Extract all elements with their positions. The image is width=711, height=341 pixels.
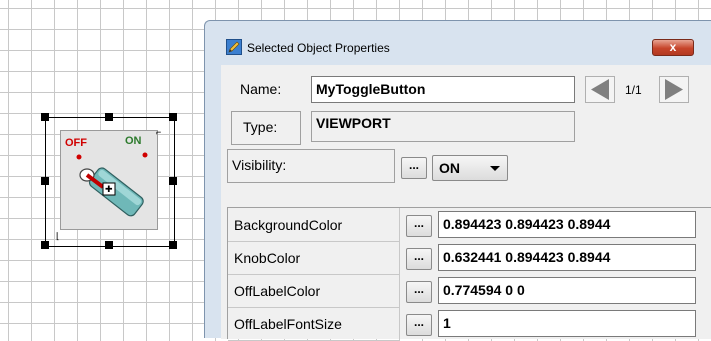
property-table: BackgroundColor ... 0.894423 0.894423 0.… xyxy=(227,207,711,341)
property-row: KnobColor ... 0.632441 0.894423 0.8944 xyxy=(228,241,711,275)
corner-marker-top-right: ⌐ xyxy=(156,127,162,137)
resize-handle-ml[interactable] xyxy=(41,177,49,185)
property-name: OffLabelFontSize xyxy=(234,316,342,332)
dialog-client-area: Name: MyToggleButton 1/1 Type: VIEWPORT … xyxy=(221,65,711,341)
property-name-cell: KnobColor xyxy=(228,241,400,275)
property-name: OffLabelColor xyxy=(234,283,321,299)
corner-marker-bottom-left: ⌊ xyxy=(56,231,60,241)
property-value-field[interactable]: 0.774594 0 0 xyxy=(438,277,696,304)
toggle-switch-graphic xyxy=(76,152,148,217)
viewport-preview: OFF ON ✚ xyxy=(60,130,158,230)
close-icon: x xyxy=(669,40,677,54)
property-value-field[interactable]: 0.894423 0.894423 0.8944 xyxy=(438,211,696,238)
property-name-cell: BackgroundColor xyxy=(228,208,400,242)
property-name-cell: OffLabelFontSize xyxy=(228,307,400,341)
dialog-title-bar[interactable]: Selected Object Properties x xyxy=(205,21,711,56)
property-row: OffLabelColor ... 0.774594 0 0 xyxy=(228,274,711,308)
type-label: Type: xyxy=(243,119,278,135)
property-browse-button[interactable]: ... xyxy=(406,281,432,303)
properties-dialog: Selected Object Properties x Name: MyTog… xyxy=(204,20,711,341)
dropdown-arrow-icon xyxy=(490,166,500,171)
type-value: VIEWPORT xyxy=(316,115,391,131)
close-button[interactable]: x xyxy=(652,39,694,56)
visibility-value: ON xyxy=(439,160,460,176)
resize-handle-tl[interactable] xyxy=(41,113,49,121)
resize-handle-br[interactable] xyxy=(169,241,177,249)
toggle-button-widget[interactable]: OFF ON ✚ ⌐ ⌊ xyxy=(40,112,178,252)
name-field[interactable]: MyToggleButton xyxy=(311,76,575,103)
resize-handle-mr[interactable] xyxy=(169,177,177,185)
resize-handle-bl[interactable] xyxy=(41,241,49,249)
property-browse-button[interactable]: ... xyxy=(406,248,432,270)
property-browse-button[interactable]: ... xyxy=(406,215,432,237)
name-label: Name: xyxy=(240,81,282,97)
visibility-browse-button[interactable]: ... xyxy=(401,157,427,179)
resize-handle-tr[interactable] xyxy=(169,113,177,121)
property-row: BackgroundColor ... 0.894423 0.894423 0.… xyxy=(228,208,711,242)
property-value-field[interactable]: 1 xyxy=(438,310,696,337)
visibility-label: Visibility: xyxy=(232,157,287,173)
property-browse-button[interactable]: ... xyxy=(406,314,432,336)
visibility-dropdown[interactable]: ON xyxy=(432,155,508,181)
resize-handle-bm[interactable] xyxy=(105,241,113,249)
name-value: MyToggleButton xyxy=(316,81,426,97)
resize-handle-tm[interactable] xyxy=(105,113,113,121)
dialog-title: Selected Object Properties xyxy=(247,41,390,55)
property-name: KnobColor xyxy=(234,250,301,266)
drawing-canvas[interactable]: OFF ON ✚ ⌐ ⌊ Selected Object Properties … xyxy=(0,0,711,341)
property-name-cell: OffLabelColor xyxy=(228,274,400,308)
property-name: BackgroundColor xyxy=(234,217,343,233)
next-arrow-icon[interactable] xyxy=(659,76,689,103)
type-field: VIEWPORT xyxy=(311,111,575,142)
move-cursor-icon: ✚ xyxy=(105,184,113,194)
property-row: OffLabelFontSize ... 1 xyxy=(228,307,711,341)
property-value-field[interactable]: 0.632441 0.894423 0.8944 xyxy=(438,244,696,271)
properties-pencil-icon xyxy=(226,39,242,55)
prev-arrow-icon[interactable] xyxy=(585,76,615,103)
object-counter: 1/1 xyxy=(625,83,642,97)
